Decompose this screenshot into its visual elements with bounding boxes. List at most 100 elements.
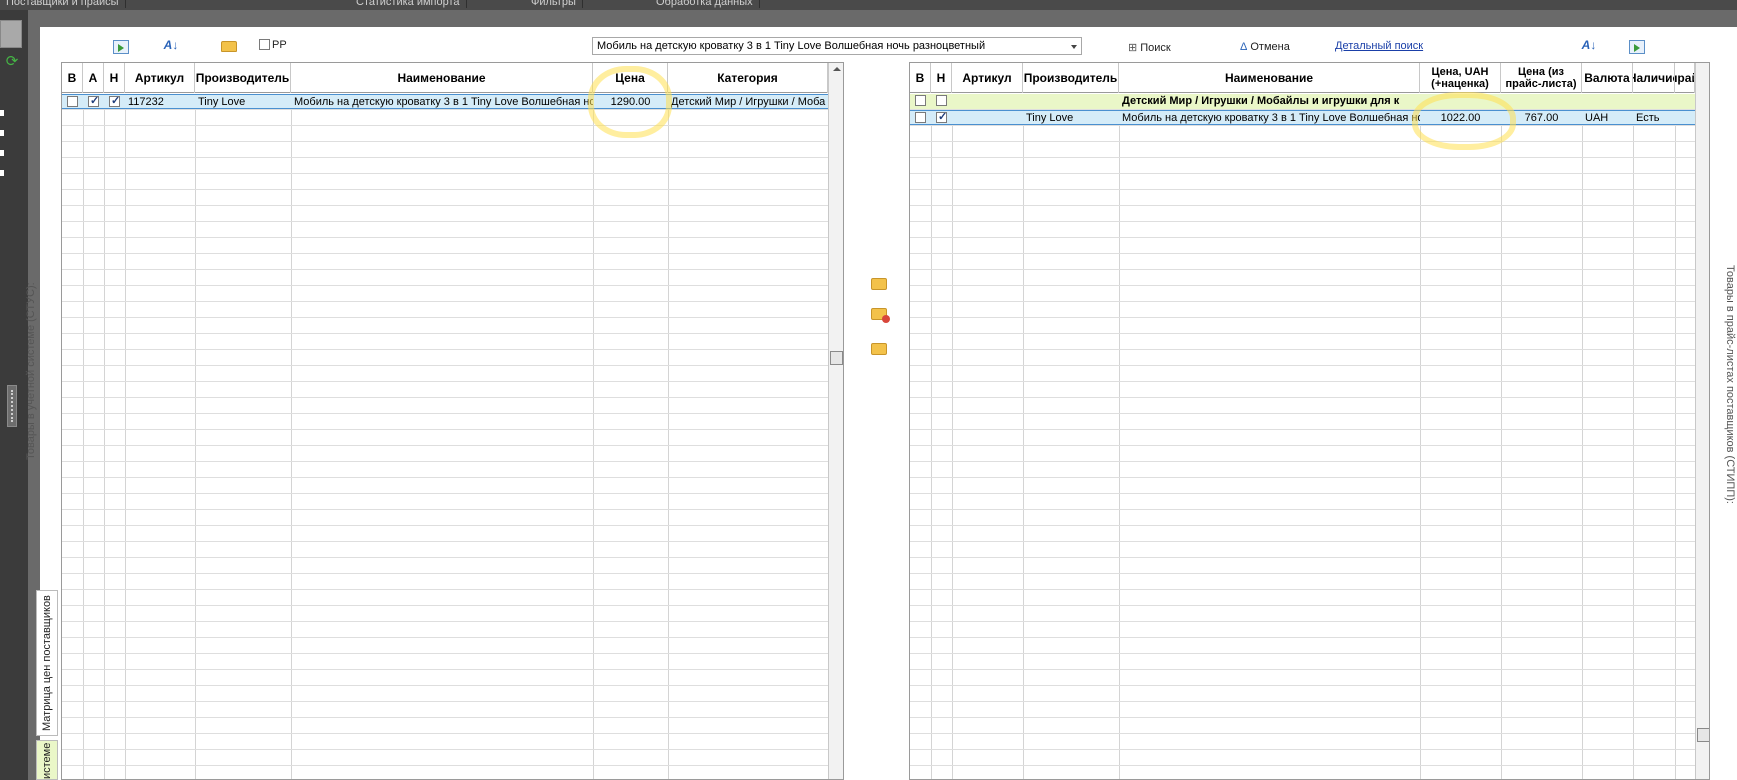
scroll-thumb[interactable] (1697, 728, 1709, 742)
grid-column-line (668, 94, 669, 779)
row-maker[interactable]: Tiny Love (1023, 111, 1119, 125)
tab-system[interactable]: истеме (36, 740, 58, 780)
row-v-checkbox-cell[interactable] (62, 95, 83, 109)
grid-row-line (910, 413, 1695, 414)
row-n-checkbox[interactable] (936, 111, 947, 124)
row-currency[interactable]: UAH (1582, 111, 1633, 125)
left-scrollbar[interactable] (828, 63, 843, 779)
col-v[interactable]: В (62, 63, 83, 93)
col-maker[interactable]: Производитель (195, 63, 291, 93)
col-n[interactable]: Н (104, 63, 125, 93)
group-n-checkbox-cell[interactable] (931, 94, 952, 108)
grid-row-line (62, 205, 828, 206)
row-name[interactable]: Мобиль на детскую кроватку 3 в 1 Tiny Lo… (1119, 111, 1420, 125)
grid-row-line (62, 509, 828, 510)
tab-suppliers[interactable]: Поставщики и прайсы (0, 0, 126, 8)
sort-az-icon-right[interactable]: A↓ (1581, 38, 1597, 52)
row-v-checkbox[interactable] (915, 112, 926, 123)
col-name[interactable]: Наименование (1119, 63, 1420, 93)
row-n-checkbox[interactable] (109, 95, 120, 108)
row-maker[interactable]: Tiny Love (195, 95, 291, 109)
table-row[interactable]: 117232 Tiny Love Мобиль на детскую крова… (62, 94, 828, 109)
row-v-checkbox-cell[interactable] (910, 111, 931, 125)
grid-row-line (910, 333, 1695, 334)
row-n-checkbox-cell[interactable] (931, 111, 952, 125)
col-currency[interactable]: Валюта (1582, 63, 1633, 93)
grid-column-line (1633, 94, 1634, 779)
row-n-checkbox-cell[interactable] (104, 95, 125, 109)
left-product-grid: В А Н Артикул Производитель Наименование… (61, 62, 844, 780)
pp-checkbox[interactable] (259, 39, 270, 50)
cancel-button[interactable]: Δ Отмена (1240, 41, 1290, 53)
grid-row-line (910, 365, 1695, 366)
row-price[interactable]: 1290.00 (593, 95, 668, 109)
folder-open-icon[interactable] (221, 41, 237, 52)
grid-row-line (910, 429, 1695, 430)
col-v[interactable]: В (910, 63, 931, 93)
link-all-icon[interactable] (871, 343, 887, 355)
grid-row-line (910, 381, 1695, 382)
col-name[interactable]: Наименование (291, 63, 593, 93)
splitter-grip[interactable] (7, 385, 17, 427)
grid-row-line (62, 621, 828, 622)
tab-price-matrix[interactable]: Матрица цен поставщиков (36, 590, 58, 736)
col-a[interactable]: А (83, 63, 104, 93)
col-availability[interactable]: Наличие (1633, 63, 1675, 93)
col-maker[interactable]: Производитель (1023, 63, 1119, 93)
unlink-item-icon[interactable] (871, 308, 890, 323)
right-scrollbar[interactable] (1695, 63, 1709, 779)
col-pricelist-partial[interactable]: прай (1675, 63, 1695, 93)
row-article[interactable] (952, 111, 1023, 125)
row-name[interactable]: Мобиль на детскую кроватку 3 в 1 Tiny Lo… (291, 95, 593, 109)
grid-row-line (910, 237, 1695, 238)
group-n-checkbox[interactable] (936, 95, 947, 106)
chevron-down-icon[interactable] (1071, 45, 1077, 49)
scroll-up-icon[interactable] (833, 67, 841, 71)
col-article[interactable]: Артикул (952, 63, 1023, 93)
marker (0, 170, 4, 176)
grid-row-line (910, 269, 1695, 270)
tab-filters[interactable]: Фильтры (525, 0, 583, 8)
group-v-checkbox-cell[interactable] (910, 94, 931, 108)
col-n[interactable]: Н (931, 63, 952, 93)
sort-az-icon[interactable]: A↓ (163, 38, 179, 52)
col-article[interactable]: Артикул (125, 63, 195, 93)
link-item-icon[interactable] (871, 278, 887, 290)
import-sheet-icon[interactable] (1629, 40, 1645, 54)
row-v-checkbox[interactable] (67, 96, 78, 107)
row-price-list[interactable]: 767.00 (1501, 111, 1582, 125)
row-article[interactable]: 117232 (125, 95, 195, 109)
search-combobox[interactable]: Мобиль на детскую кроватку 3 в 1 Tiny Lo… (592, 37, 1082, 55)
tab-import-stats[interactable]: Статистика импорта (350, 0, 467, 8)
cancel-button-label: Отмена (1250, 41, 1290, 53)
row-a-checkbox-cell[interactable] (83, 95, 104, 109)
row-category[interactable]: Детский Мир / Игрушки / Моба (668, 95, 828, 109)
export-sheet-icon[interactable] (113, 40, 129, 54)
refresh-icon[interactable]: ⟳ (4, 54, 20, 70)
col-price[interactable]: Цена (593, 63, 668, 93)
scroll-thumb[interactable] (830, 351, 843, 365)
col-price-list[interactable]: Цена (из прайс-листа) (1501, 63, 1582, 93)
row-a-checkbox[interactable] (88, 95, 99, 108)
side-button[interactable] (0, 20, 22, 48)
table-row[interactable]: Tiny Love Мобиль на детскую кроватку 3 в… (910, 110, 1695, 125)
grid-row-line (910, 445, 1695, 446)
grid-column-line (83, 94, 84, 779)
grid-row-line (62, 749, 828, 750)
group-v-checkbox[interactable] (915, 95, 926, 106)
group-row[interactable]: Детский Мир / Игрушки / Мобайлы и игрушк… (910, 94, 1695, 109)
detail-search-link[interactable]: Детальный поиск (1335, 40, 1423, 52)
grid-row-line (910, 349, 1695, 350)
search-button[interactable]: ⊞ Поиск (1128, 41, 1171, 54)
grid-row-line (910, 205, 1695, 206)
right-price-grid: В Н Артикул Производитель Наименование Ц… (909, 62, 1710, 780)
grid-row-line (62, 301, 828, 302)
tab-data-processing[interactable]: Обработка данных (650, 0, 760, 8)
grid-row-line (62, 573, 828, 574)
col-price-markup[interactable]: Цена, UAH (+наценка) (1420, 63, 1501, 93)
grid-row-line (910, 493, 1695, 494)
col-category[interactable]: Категория (668, 63, 828, 93)
row-availability[interactable]: Есть (1633, 111, 1675, 125)
tab-price-matrix-label: Матрица цен поставщиков (41, 595, 53, 731)
row-price-markup[interactable]: 1022.00 (1420, 111, 1501, 125)
